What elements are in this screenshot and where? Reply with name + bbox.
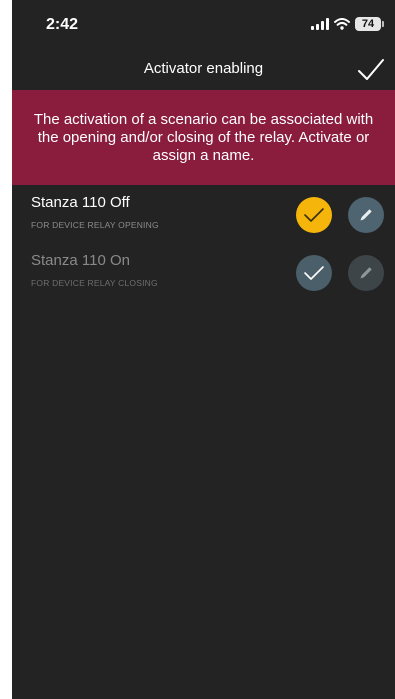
confirm-button[interactable]: [357, 57, 385, 83]
status-icons: 74: [311, 17, 384, 31]
edit-name-button[interactable]: [348, 255, 384, 291]
item-title: Stanza 110 Off: [31, 194, 130, 211]
enable-toggle-button[interactable]: [296, 197, 332, 233]
checkmark-icon: [304, 266, 324, 280]
info-banner: The activation of a scenario can be asso…: [12, 90, 395, 185]
app-screen: 2:42 74 Activator enabling The activatio…: [12, 0, 395, 699]
pencil-icon: [360, 209, 372, 221]
signal-icon: [311, 18, 329, 30]
status-bar: 2:42 74: [12, 0, 395, 52]
list-item: Stanza 110 Off FOR DEVICE RELAY OPENING: [12, 188, 395, 242]
pencil-icon: [360, 267, 372, 279]
enable-toggle-button[interactable]: [296, 255, 332, 291]
item-subtitle: FOR DEVICE RELAY OPENING: [31, 220, 159, 230]
item-subtitle: FOR DEVICE RELAY CLOSING: [31, 278, 158, 288]
battery-icon: 74: [355, 17, 384, 31]
item-title: Stanza 110 On: [31, 252, 130, 269]
list-item: Stanza 110 On FOR DEVICE RELAY CLOSING: [12, 246, 395, 300]
page-title: Activator enabling: [143, 60, 264, 77]
checkmark-icon: [304, 208, 324, 222]
nav-bar: Activator enabling: [12, 52, 395, 90]
status-time: 2:42: [46, 16, 79, 33]
edit-name-button[interactable]: [348, 197, 384, 233]
checkmark-icon: [358, 59, 384, 80]
wifi-icon: [334, 18, 350, 30]
banner-text: The activation of a scenario can be asso…: [33, 110, 374, 164]
